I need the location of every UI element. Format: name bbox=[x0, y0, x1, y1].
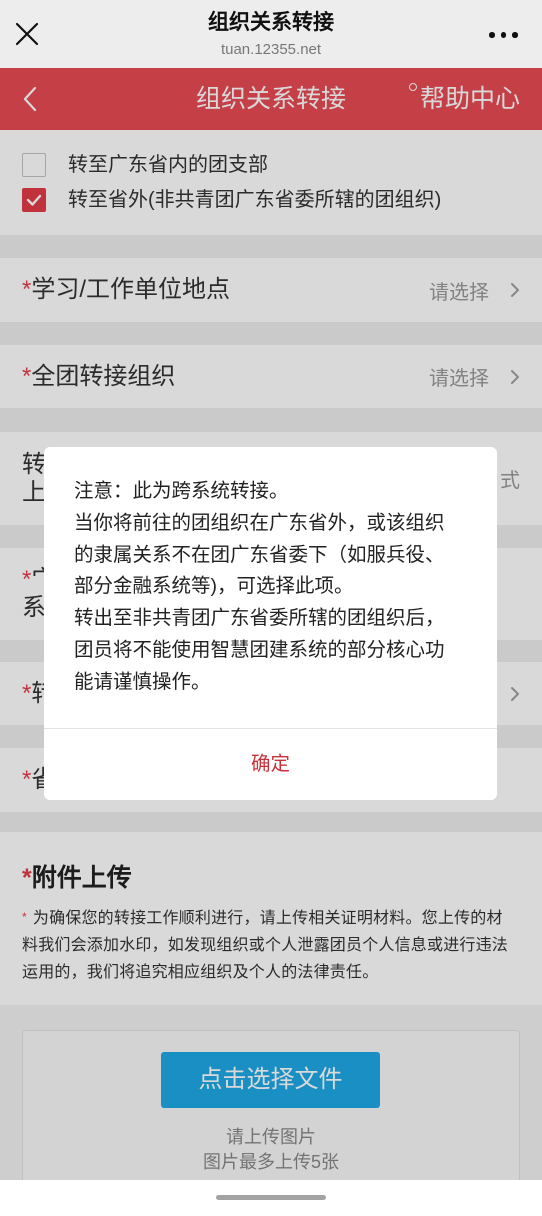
dialog-message-line: 团员将不能使用智慧团建系统的部分核心功 bbox=[74, 638, 445, 661]
browser-url: tuan.12355.net bbox=[220, 41, 322, 58]
more-icon[interactable] bbox=[486, 29, 520, 41]
dialog-message: 注意：此为跨系统转接。 当你将前往的团组织在广东省外，或该组织 的隶属关系不在团… bbox=[74, 476, 477, 699]
home-indicator[interactable] bbox=[216, 1195, 326, 1200]
phone-screen: 组织关系转接 tuan.12355.net 组织关系转接 帮助中心 转至广东省内… bbox=[0, 0, 542, 1216]
wechat-browser-bar: 组织关系转接 tuan.12355.net bbox=[0, 0, 542, 68]
dialog-message-line: 能请谨慎操作。 bbox=[74, 670, 211, 693]
dialog-message-line: 转出至非共青团广东省委所辖的团组织后， bbox=[74, 607, 445, 630]
confirm-button[interactable]: 确定 bbox=[44, 729, 497, 800]
notice-dialog: 注意：此为跨系统转接。 当你将前往的团组织在广东省外，或该组织 的隶属关系不在团… bbox=[44, 447, 497, 800]
dialog-message-line: 的隶属关系不在团广东省委下（如服兵役、 bbox=[74, 543, 445, 566]
dialog-message-line: 部分金融系统等)，可选择此项。 bbox=[74, 575, 354, 598]
webview: 组织关系转接 帮助中心 转至广东省内的团支部 转至省外(非共青团广东省委所辖的团… bbox=[0, 68, 542, 1180]
dialog-message-line: 当你将前往的团组织在广东省外，或该组织 bbox=[74, 511, 445, 534]
browser-title: 组织关系转接 bbox=[208, 11, 334, 34]
home-bar bbox=[0, 1180, 542, 1216]
dialog-message-line: 注意：此为跨系统转接。 bbox=[74, 480, 289, 502]
close-icon[interactable] bbox=[15, 22, 39, 46]
